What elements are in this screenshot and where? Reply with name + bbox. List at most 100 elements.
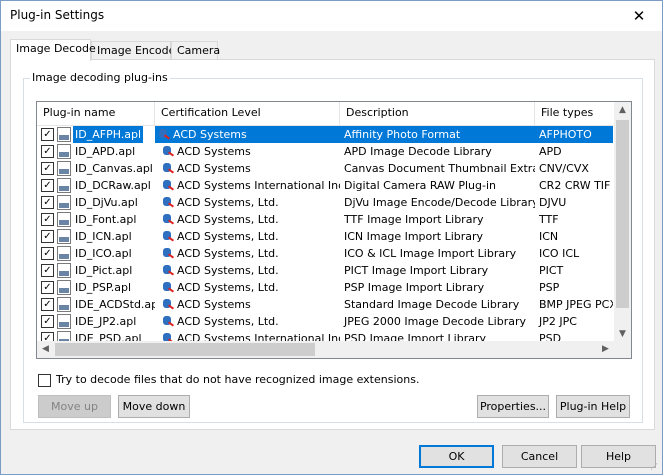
plug-icon <box>159 195 175 210</box>
plugin-file-icon <box>57 246 71 261</box>
certification-level: ACD Systems, Ltd. <box>177 213 279 226</box>
column-header-file-types[interactable]: File types <box>535 102 613 126</box>
plugin-file-icon <box>57 144 71 159</box>
table-row[interactable]: ✓ ID_APD.apl ACD Systems APD Image Decode L… <box>37 143 613 160</box>
file-types-cell: TTF <box>539 213 559 226</box>
tab-image-encode[interactable]: Image Encode <box>91 41 175 60</box>
plug-icon <box>159 246 175 261</box>
table-row[interactable]: ✓ ID_ICO.apl ACD Systems, Ltd. ICO & ICL Im… <box>37 245 613 262</box>
vertical-scrollbar[interactable]: ▲ ▼ <box>614 102 631 343</box>
file-types-cell: ICO ICL <box>539 247 580 260</box>
properties-button[interactable]: Properties... <box>477 395 549 418</box>
plugin-name: ID_Canvas.apl <box>75 162 153 175</box>
certification-level: ACD Systems <box>177 298 251 311</box>
decode-unrecognized-checkbox[interactable] <box>38 374 51 387</box>
column-header-description[interactable]: Description <box>340 102 535 126</box>
plug-icon <box>159 297 175 312</box>
table-row[interactable]: ✓ ID_DCRaw.apl ACD Systems International I… <box>37 177 613 194</box>
plugin-enabled-checkbox[interactable]: ✓ <box>41 264 54 277</box>
file-types-cell: AFPHOTO <box>535 126 613 143</box>
plugin-settings-dialog: Plug-in Settings ✕ Image Decode Image En… <box>0 0 663 475</box>
cancel-button[interactable]: Cancel <box>502 445 577 468</box>
ok-button[interactable]: OK <box>419 445 494 468</box>
plugin-name-cell: ✓ ID_ICN.apl <box>37 228 155 245</box>
horizontal-scroll-thumb[interactable] <box>55 343 315 356</box>
description-cell: Canvas Document Thumbnail Extractor <box>344 162 535 175</box>
vertical-scroll-thumb[interactable] <box>616 120 629 308</box>
scroll-right-icon[interactable]: ▶ <box>597 341 614 358</box>
list-rows: ✓ ID_AFPH.apl ACD Systems Affinity Photo Fo… <box>37 126 613 344</box>
plug-icon <box>159 178 175 193</box>
file-types-cell: ICN <box>539 230 559 243</box>
plugin-name: ID_Font.apl <box>75 213 137 226</box>
resize-grip-icon[interactable]: ⋰ <box>650 462 660 472</box>
plugin-enabled-checkbox[interactable]: ✓ <box>41 196 54 209</box>
description-cell: ICN Image Import Library <box>344 230 484 243</box>
tab-image-decode[interactable]: Image Decode <box>10 39 96 61</box>
plugin-enabled-checkbox[interactable]: ✓ <box>41 162 54 175</box>
certification-cell: ACD Systems International Inc. <box>155 177 340 194</box>
column-header-certification[interactable]: Certification Level <box>155 102 340 126</box>
table-row[interactable]: ✓ ID_AFPH.apl ACD Systems Affinity Photo Fo… <box>37 126 613 143</box>
plugin-enabled-checkbox[interactable]: ✓ <box>41 230 54 243</box>
certification-level: ACD Systems, Ltd. <box>177 196 279 209</box>
table-row[interactable]: ✓ ID_DjVu.apl ACD Systems, Ltd. DjVu Image … <box>37 194 613 211</box>
plugin-name-cell: ✓ ID_Font.apl <box>37 211 155 228</box>
certification-level: ACD Systems <box>177 145 251 158</box>
tab-camera[interactable]: Camera <box>171 41 220 60</box>
plugin-file-icon <box>57 229 71 244</box>
certification-cell: ACD Systems, Ltd. <box>155 279 340 296</box>
plugin-name: ID_APD.apl <box>75 145 136 158</box>
column-header-plugin-name[interactable]: Plug-in name <box>37 102 155 126</box>
close-icon[interactable]: ✕ <box>616 1 662 31</box>
plugin-enabled-checkbox[interactable]: ✓ <box>41 315 54 328</box>
file-types-cell: PICT <box>539 264 564 277</box>
table-row[interactable]: ✓ IDE_ACDStd.apl ACD Systems Standard Image… <box>37 296 613 313</box>
certification-cell: ACD Systems <box>155 296 340 313</box>
plugin-enabled-checkbox[interactable]: ✓ <box>41 128 54 141</box>
plug-icon <box>159 229 175 244</box>
scrollbar-corner <box>614 341 631 358</box>
scroll-up-icon[interactable]: ▲ <box>614 102 631 119</box>
plug-icon <box>159 212 175 227</box>
plugin-file-icon <box>57 280 71 295</box>
plug-icon <box>159 144 175 159</box>
plugin-name-cell: ✓ IDE_ACDStd.apl <box>37 296 155 313</box>
move-up-button[interactable]: Move up <box>38 395 111 418</box>
table-row[interactable]: ✓ ID_Pict.apl ACD Systems, Ltd. PICT Image … <box>37 262 613 279</box>
plug-icon <box>159 161 175 176</box>
plugin-enabled-checkbox[interactable]: ✓ <box>41 145 54 158</box>
plugin-enabled-checkbox[interactable]: ✓ <box>41 281 54 294</box>
plugin-enabled-checkbox[interactable]: ✓ <box>41 179 54 192</box>
certification-level: ACD Systems <box>177 162 251 175</box>
plugin-enabled-checkbox[interactable]: ✓ <box>41 298 54 311</box>
help-button[interactable]: Help <box>581 445 656 468</box>
plugin-enabled-checkbox[interactable]: ✓ <box>41 213 54 226</box>
plugin-file-icon <box>57 178 71 193</box>
description-cell: DjVu Image Encode/Decode Library <box>344 196 535 209</box>
certification-level: ACD Systems, Ltd. <box>177 281 279 294</box>
scroll-left-icon[interactable]: ◀ <box>37 341 54 358</box>
title-bar: Plug-in Settings ✕ <box>1 1 662 31</box>
plugin-file-icon <box>57 314 71 329</box>
plugin-name-cell: ✓ ID_Canvas.apl <box>37 160 155 177</box>
table-row[interactable]: ✓ IDE_JP2.apl ACD Systems, Ltd. JPEG 2000 I… <box>37 313 613 330</box>
plug-icon <box>159 280 175 295</box>
certification-cell: ACD Systems <box>155 143 340 160</box>
plugin-name: ID_PSP.apl <box>75 281 132 294</box>
plugin-file-icon <box>57 195 71 210</box>
plugin-help-button[interactable]: Plug-in Help <box>556 395 630 418</box>
move-down-button[interactable]: Move down <box>118 395 190 418</box>
file-types-cell: JP2 JPC <box>539 315 577 328</box>
plugin-name-cell: ✓ ID_AFPH.apl <box>37 126 155 143</box>
plugin-enabled-checkbox[interactable]: ✓ <box>41 247 54 260</box>
file-types-cell: PSP <box>539 281 560 294</box>
plugin-name: ID_DjVu.apl <box>75 196 138 209</box>
table-row[interactable]: ✓ ID_Font.apl ACD Systems, Ltd. TTF Image I… <box>37 211 613 228</box>
table-row[interactable]: ✓ ID_ICN.apl ACD Systems, Ltd. ICN Image Im… <box>37 228 613 245</box>
table-row[interactable]: ✓ ID_PSP.apl ACD Systems, Ltd. PSP Image Im… <box>37 279 613 296</box>
plugin-name-cell: ✓ ID_APD.apl <box>37 143 155 160</box>
table-row[interactable]: ✓ ID_Canvas.apl ACD Systems Canvas Document… <box>37 160 613 177</box>
horizontal-scrollbar[interactable]: ◀ ▶ <box>37 341 614 358</box>
plugin-list[interactable]: Plug-in name Certification Level Descrip… <box>36 101 632 359</box>
